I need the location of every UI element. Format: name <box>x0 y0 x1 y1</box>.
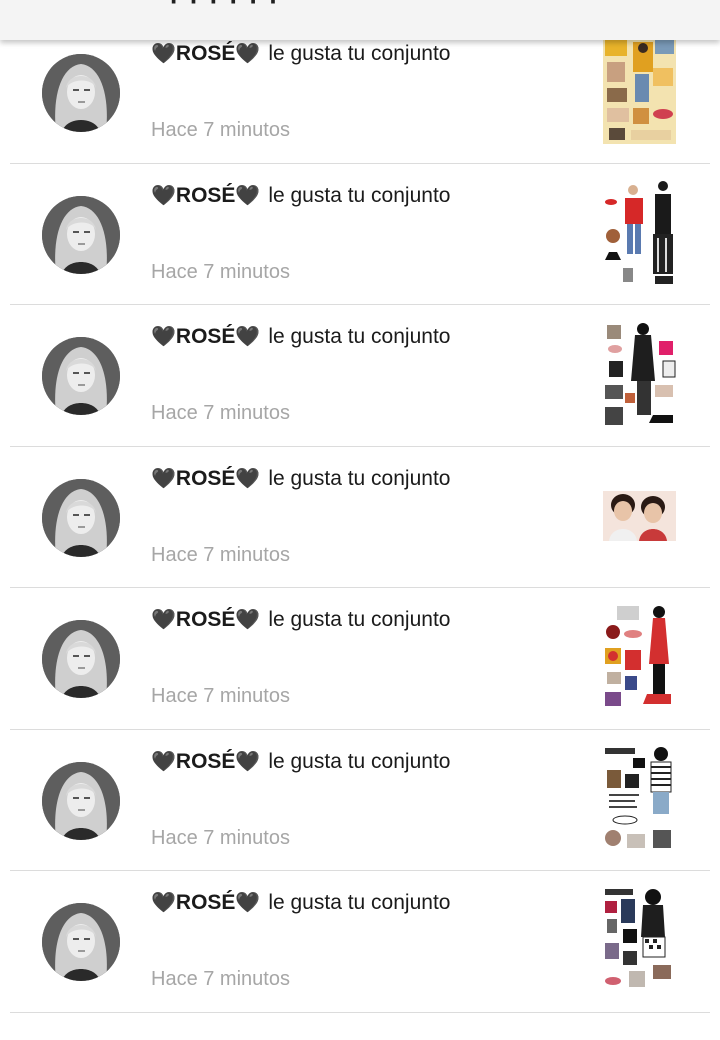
notification-item[interactable]: 🖤 ROSÉ 🖤 le gusta tu conjunto Hace 7 min… <box>0 588 720 730</box>
timestamp: Hace 7 minutos <box>151 402 290 424</box>
outfit-thumbnail[interactable] <box>603 321 676 427</box>
notification-text: 🖤 ROSÉ 🖤 le gusta tu conjunto <box>151 325 450 349</box>
black-heart-icon: 🖤 <box>235 184 261 207</box>
notification-text: 🖤 ROSÉ 🖤 le gusta tu conjunto <box>151 750 450 774</box>
avatar[interactable] <box>42 478 120 557</box>
top-app-bar: · · · · · · <box>0 0 720 40</box>
notification-action: le gusta tu conjunto <box>268 325 451 348</box>
timestamp: Hace 7 minutos <box>151 826 290 849</box>
outfit-thumbnail[interactable] <box>603 38 676 144</box>
black-heart-icon: 🖤 <box>151 43 176 65</box>
avatar[interactable] <box>42 195 120 274</box>
black-heart-icon: 🖤 <box>151 892 176 914</box>
timestamp: Hace 7 minutos <box>151 543 290 566</box>
outfit-thumbnail[interactable] <box>603 604 676 710</box>
notifications-screen: · · · · · · 🖤 ROSÉ 🖤 le gusta tu conjunt… <box>0 0 720 1040</box>
username[interactable]: ROSÉ <box>176 184 236 208</box>
notification-item[interactable]: 🖤 ROSÉ 🖤 le gusta tu conjunto Hace 7 min… <box>0 22 720 164</box>
black-heart-icon: 🖤 <box>235 326 261 348</box>
notification-action: le gusta tu conjunto <box>268 891 451 914</box>
outfit-thumbnail[interactable] <box>603 745 676 852</box>
black-heart-icon: 🖤 <box>151 184 176 207</box>
timestamp: Hace 7 minutos <box>151 119 290 141</box>
avatar[interactable] <box>42 337 120 415</box>
black-heart-icon: 🖤 <box>151 609 176 631</box>
username[interactable]: ROSÉ <box>176 325 236 349</box>
header-title: · · · · · · <box>170 0 281 16</box>
outfit-thumbnail[interactable] <box>603 179 676 286</box>
avatar[interactable] <box>42 761 120 840</box>
notification-item[interactable]: 🖤 ROSÉ 🖤 le gusta tu conjunto Hace 7 min… <box>0 730 720 872</box>
avatar[interactable] <box>42 903 120 981</box>
black-heart-icon: 🖤 <box>235 43 261 65</box>
notification-text: 🖤 ROSÉ 🖤 le gusta tu conjunto <box>151 42 450 66</box>
black-heart-icon: 🖤 <box>235 892 261 914</box>
notification-action: le gusta tu conjunto <box>268 183 451 207</box>
black-heart-icon: 🖤 <box>235 467 261 490</box>
notification-list[interactable]: 🖤 ROSÉ 🖤 le gusta tu conjunto Hace 7 min… <box>0 22 720 1013</box>
black-heart-icon: 🖤 <box>235 750 261 773</box>
notification-text: 🖤 ROSÉ 🖤 le gusta tu conjunto <box>151 184 450 208</box>
timestamp: Hace 7 minutos <box>151 260 290 283</box>
timestamp: Hace 7 minutos <box>151 968 290 990</box>
black-heart-icon: 🖤 <box>151 467 176 490</box>
notification-text: 🖤 ROSÉ 🖤 le gusta tu conjunto <box>151 891 450 915</box>
timestamp: Hace 7 minutos <box>151 685 290 707</box>
notification-action: le gusta tu conjunto <box>268 608 451 631</box>
username[interactable]: ROSÉ <box>176 750 236 774</box>
username[interactable]: ROSÉ <box>176 608 236 632</box>
avatar[interactable] <box>42 54 120 132</box>
notification-item[interactable]: 🖤 ROSÉ 🖤 le gusta tu conjunto Hace 7 min… <box>0 164 720 306</box>
notification-action: le gusta tu conjunto <box>268 466 451 490</box>
username[interactable]: ROSÉ <box>176 42 236 66</box>
black-heart-icon: 🖤 <box>151 750 176 773</box>
outfit-thumbnail[interactable] <box>603 887 676 993</box>
notification-text: 🖤 ROSÉ 🖤 le gusta tu conjunto <box>151 467 450 491</box>
notification-text: 🖤 ROSÉ 🖤 le gusta tu conjunto <box>151 608 450 632</box>
black-heart-icon: 🖤 <box>235 609 261 631</box>
black-heart-icon: 🖤 <box>151 326 176 348</box>
notification-action: le gusta tu conjunto <box>268 749 451 773</box>
outfit-thumbnail[interactable] <box>603 462 676 569</box>
avatar[interactable] <box>42 620 120 698</box>
notification-item[interactable]: 🖤 ROSÉ 🖤 le gusta tu conjunto Hace 7 min… <box>0 871 720 1013</box>
notification-item[interactable]: 🖤 ROSÉ 🖤 le gusta tu conjunto Hace 7 min… <box>0 447 720 589</box>
username[interactable]: ROSÉ <box>176 891 236 915</box>
notification-item[interactable]: 🖤 ROSÉ 🖤 le gusta tu conjunto Hace 7 min… <box>0 305 720 447</box>
username[interactable]: ROSÉ <box>176 467 236 491</box>
notification-action: le gusta tu conjunto <box>268 42 451 65</box>
